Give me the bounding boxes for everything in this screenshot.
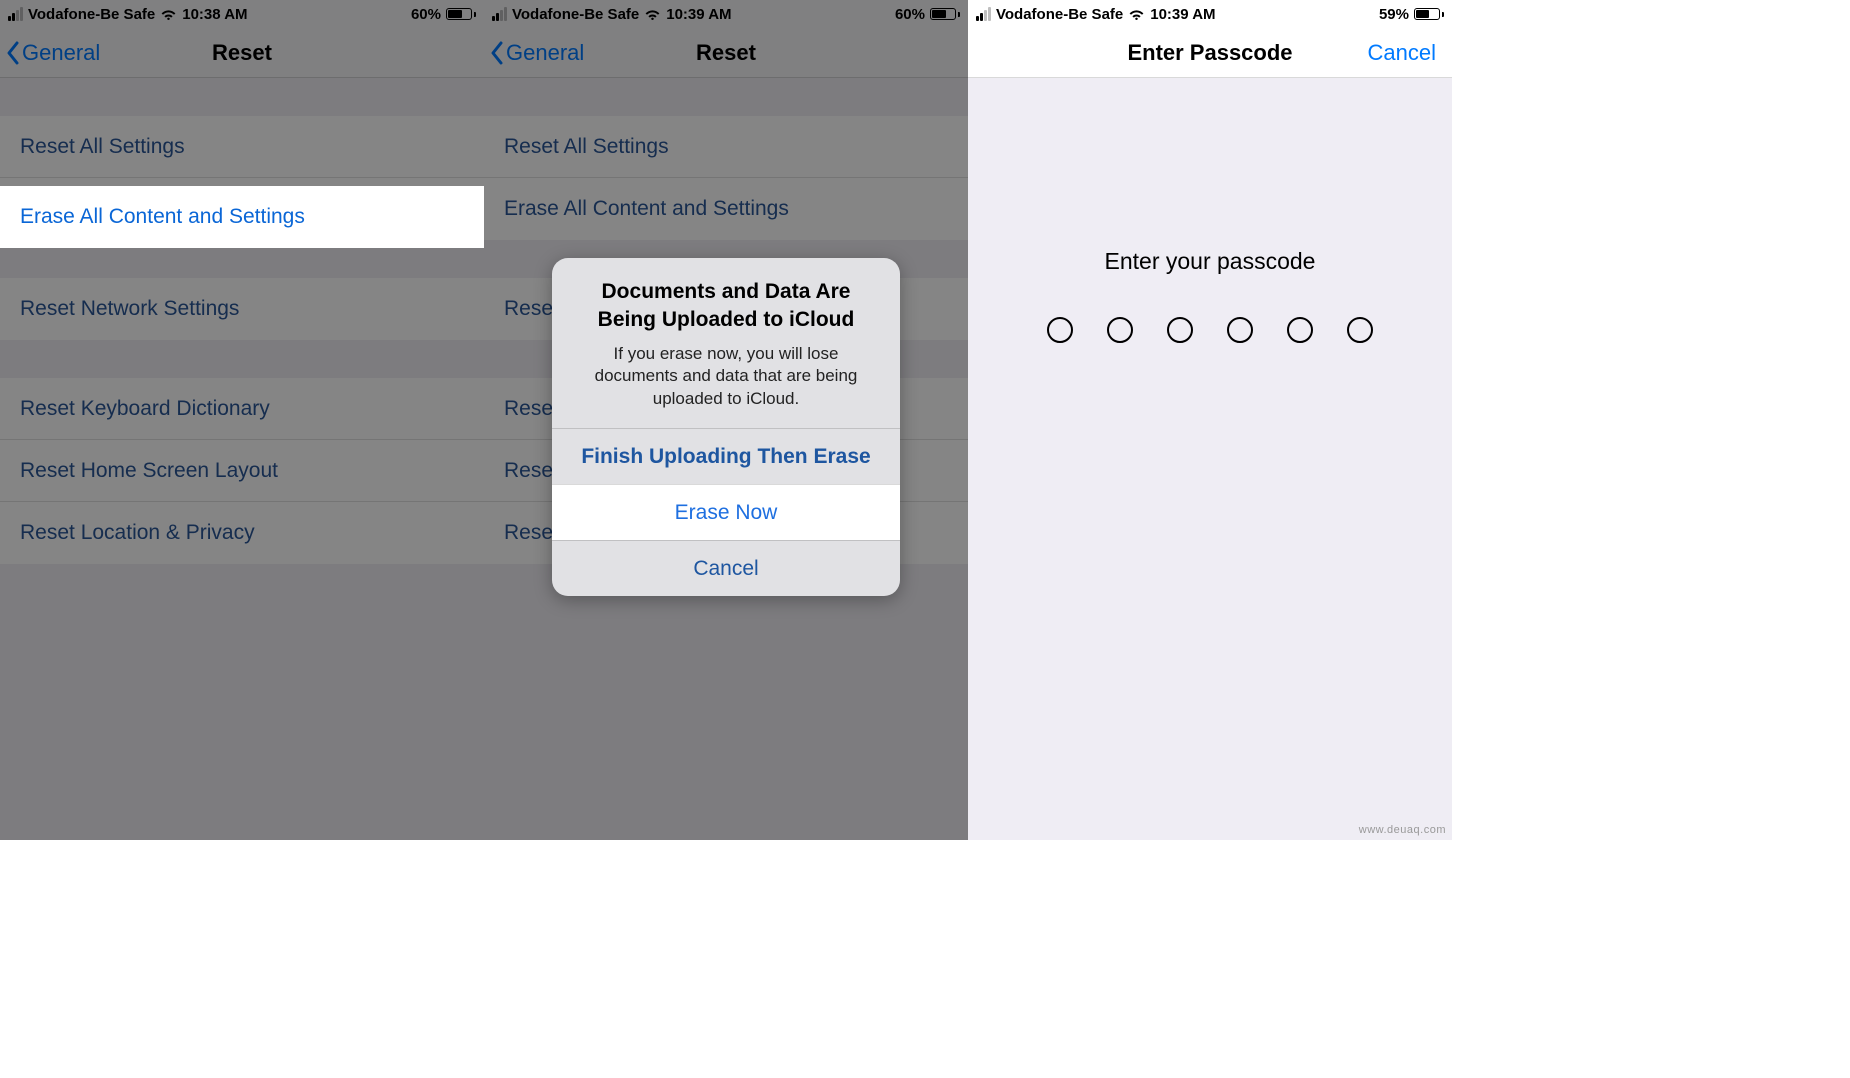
time-label: 10:39 AM: [666, 6, 731, 23]
nav-bar: Enter Passcode Cancel: [968, 28, 1452, 78]
page-title: Reset: [0, 40, 484, 66]
carrier-label: Vodafone-Be Safe: [512, 6, 639, 23]
passcode-dot: [1347, 317, 1373, 343]
passcode-dot: [1167, 317, 1193, 343]
alert-message: If you erase now, you will lose document…: [552, 339, 900, 428]
battery-percent: 60%: [895, 6, 925, 23]
page-title: Reset: [484, 40, 968, 66]
alert-title: Documents and Data Are Being Uploaded to…: [552, 258, 900, 339]
cancel-button[interactable]: Cancel: [1368, 40, 1436, 66]
passcode-area: Enter your passcode: [968, 78, 1452, 840]
alert-cancel-button[interactable]: Cancel: [552, 540, 900, 596]
passcode-dot: [1107, 317, 1133, 343]
finish-uploading-button[interactable]: Finish Uploading Then Erase: [552, 428, 900, 484]
watermark: www.deuaq.com: [1359, 824, 1446, 836]
reset-home-row[interactable]: Reset Home Screen Layout: [0, 440, 484, 502]
reset-all-settings-row[interactable]: Reset All Settings: [484, 116, 968, 178]
wifi-icon: [644, 8, 661, 21]
reset-all-settings-row[interactable]: Reset All Settings: [0, 116, 484, 178]
battery-percent: 59%: [1379, 6, 1409, 23]
carrier-label: Vodafone-Be Safe: [996, 6, 1123, 23]
passcode-dots[interactable]: [1047, 317, 1373, 343]
time-label: 10:38 AM: [182, 6, 247, 23]
status-bar: Vodafone-Be Safe 10:39 AM 60%: [484, 0, 968, 28]
erase-all-row-highlight[interactable]: Erase All Content and Settings: [0, 186, 484, 248]
reset-network-row[interactable]: Reset Network Settings: [0, 278, 484, 340]
screen-erase-alert: Vodafone-Be Safe 10:39 AM 60% General Re…: [484, 0, 968, 840]
wifi-icon: [160, 8, 177, 21]
status-bar: Vodafone-Be Safe 10:38 AM 60%: [0, 0, 484, 28]
nav-bar: General Reset: [484, 28, 968, 78]
signal-icon: [8, 7, 23, 21]
passcode-dot: [1047, 317, 1073, 343]
carrier-label: Vodafone-Be Safe: [28, 6, 155, 23]
battery-icon: [1414, 8, 1444, 20]
screen-enter-passcode: Vodafone-Be Safe 10:39 AM 59% Enter Pass…: [968, 0, 1452, 840]
signal-icon: [492, 7, 507, 21]
erase-all-row[interactable]: Erase All Content and Settings: [484, 178, 968, 240]
screen-reset-list: Vodafone-Be Safe 10:38 AM 60% General Re…: [0, 0, 484, 840]
icloud-upload-alert: Documents and Data Are Being Uploaded to…: [552, 258, 900, 596]
passcode-dot: [1287, 317, 1313, 343]
battery-percent: 60%: [411, 6, 441, 23]
erase-now-button[interactable]: Erase Now: [552, 484, 900, 540]
reset-location-row[interactable]: Reset Location & Privacy: [0, 502, 484, 564]
status-bar: Vodafone-Be Safe 10:39 AM 59%: [968, 0, 1452, 28]
passcode-dot: [1227, 317, 1253, 343]
nav-bar: General Reset: [0, 28, 484, 78]
reset-keyboard-row[interactable]: Reset Keyboard Dictionary: [0, 378, 484, 440]
time-label: 10:39 AM: [1150, 6, 1215, 23]
signal-icon: [976, 7, 991, 21]
wifi-icon: [1128, 8, 1145, 21]
passcode-prompt: Enter your passcode: [1105, 248, 1316, 275]
battery-icon: [446, 8, 476, 20]
battery-icon: [930, 8, 960, 20]
